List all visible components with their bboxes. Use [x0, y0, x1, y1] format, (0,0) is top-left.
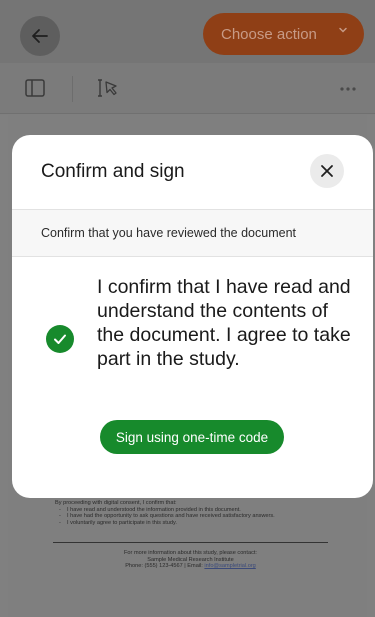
chevron-down-icon: [339, 27, 347, 33]
contact-institute: Sample Medical Research Institute: [147, 556, 234, 563]
contact-phone: Phone: (555) 123-4567 | Email:: [125, 563, 205, 570]
consent-item: I voluntarily agree to participate in th…: [55, 520, 330, 527]
dialog-title: Confirm and sign: [41, 161, 185, 182]
dialog-subtitle: Confirm that you have reviewed the docum…: [41, 226, 296, 240]
arrow-left-icon: [32, 29, 48, 43]
choose-action-button[interactable]: Choose action: [203, 13, 364, 55]
contact-info: For more information about this study, p…: [53, 550, 328, 570]
toolbar-divider: [72, 76, 73, 102]
contact-line: For more information about this study, p…: [124, 550, 257, 556]
app-root: Choose action By proceeding with digital…: [0, 0, 375, 617]
more-horizontal-icon[interactable]: [339, 86, 357, 92]
choose-action-label: Choose action: [221, 25, 317, 43]
text-cursor-select-icon[interactable]: [96, 78, 120, 98]
check-circle-icon: [46, 325, 74, 353]
consent-item: I have read and understood the informati…: [55, 507, 330, 514]
top-bar: Choose action: [0, 0, 375, 63]
document-toolbar: [0, 63, 375, 114]
sidebar-panel-icon[interactable]: [25, 79, 45, 97]
close-icon: [321, 165, 333, 177]
close-button[interactable]: [310, 154, 344, 188]
document-divider: [53, 542, 328, 543]
dialog-subheader: Confirm that you have reviewed the docum…: [12, 209, 373, 257]
sign-one-time-code-button[interactable]: Sign using one-time code: [100, 420, 284, 454]
back-button[interactable]: [20, 16, 60, 56]
dialog-header: Confirm and sign: [12, 135, 373, 209]
consent-item: I have had the opportunity to ask questi…: [55, 513, 330, 520]
consent-statement: By proceeding with digital consent, I co…: [55, 500, 330, 526]
contact-phone-line: Phone: (555) 123-4567 | Email: info@samp…: [53, 563, 328, 570]
confirmation-statement: I confirm that I have read and understan…: [97, 276, 351, 370]
confirm-sign-dialog: Confirm and sign Confirm that you have r…: [12, 135, 373, 498]
consent-intro: By proceeding with digital consent, I co…: [55, 500, 177, 506]
contact-email-link[interactable]: info@sampletrial.org: [204, 563, 255, 569]
